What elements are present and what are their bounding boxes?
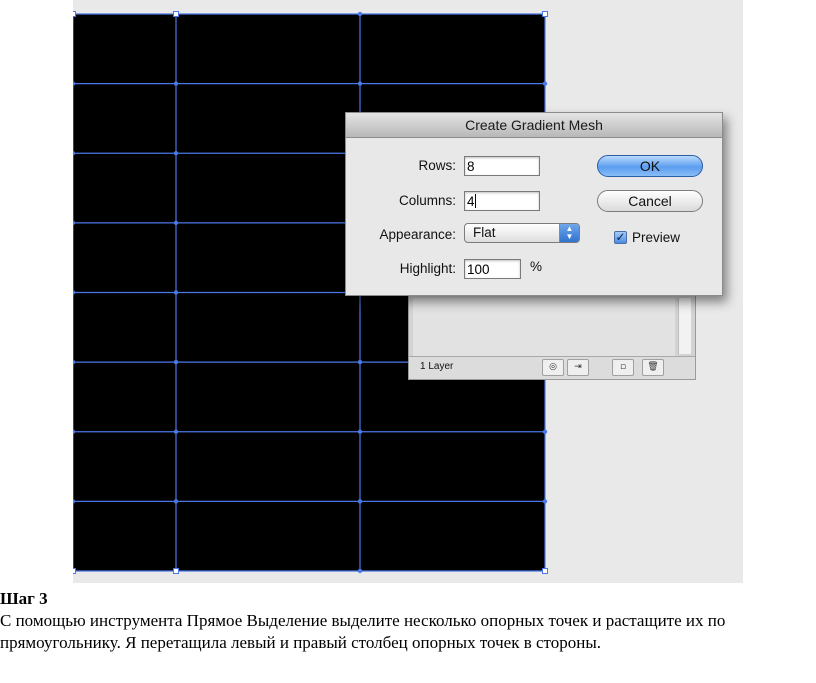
- trash-icon[interactable]: 🗑: [642, 359, 664, 376]
- mesh-anchor-point[interactable]: [542, 429, 548, 434]
- mesh-anchor-point[interactable]: [357, 81, 363, 86]
- appearance-select[interactable]: Flat ▲ ▼: [464, 223, 580, 243]
- highlight-value: 100: [467, 262, 490, 277]
- columns-field[interactable]: 4: [464, 191, 540, 211]
- mesh-anchor-point[interactable]: [173, 359, 179, 365]
- mesh-anchor-point[interactable]: [73, 11, 76, 17]
- mesh-anchor-point[interactable]: [73, 359, 76, 365]
- step-description: С помощью инструмента Прямое Выделение в…: [0, 611, 726, 652]
- layers-list: [413, 298, 675, 356]
- dialog-title: Create Gradient Mesh: [346, 113, 722, 138]
- mesh-anchor-point[interactable]: [73, 81, 76, 86]
- text-caret: [474, 194, 476, 208]
- mesh-anchor-point[interactable]: [542, 11, 548, 17]
- mesh-anchor-point[interactable]: [73, 220, 76, 226]
- checkmark-icon: ✓: [615, 230, 626, 244]
- rows-label: Rows:: [418, 158, 456, 173]
- mesh-anchor-point[interactable]: [357, 429, 363, 434]
- cancel-button[interactable]: Cancel: [597, 190, 703, 212]
- illustrator-screenshot: 1 Layer ◎ ⇥ ▫ 🗑 Create Gradient Mesh Row…: [73, 0, 743, 583]
- mesh-anchor-point[interactable]: [173, 81, 179, 86]
- rows-value: 8: [467, 159, 475, 174]
- mesh-anchor-point[interactable]: [73, 151, 76, 156]
- appearance-label: Appearance:: [379, 227, 456, 242]
- appearance-value: Flat: [473, 225, 496, 240]
- make-clipping-mask-icon[interactable]: ⇥: [567, 359, 589, 376]
- mesh-anchor-point[interactable]: [542, 568, 548, 574]
- columns-label: Columns:: [398, 193, 456, 208]
- layers-panel: 1 Layer ◎ ⇥ ▫ 🗑: [408, 295, 696, 380]
- preview-label[interactable]: Preview: [632, 230, 680, 245]
- layers-scrollbar[interactable]: [678, 298, 691, 354]
- mesh-anchor-point[interactable]: [73, 429, 76, 434]
- mesh-anchor-point[interactable]: [173, 220, 179, 226]
- mesh-anchor-point[interactable]: [542, 499, 548, 504]
- layer-count: 1 Layer: [420, 361, 454, 372]
- create-gradient-mesh-dialog: Create Gradient Mesh Rows: 8 Columns: 4 …: [345, 112, 723, 296]
- mesh-anchor-point[interactable]: [73, 568, 76, 574]
- mesh-anchor-point[interactable]: [357, 568, 363, 574]
- rows-field[interactable]: 8: [464, 156, 540, 176]
- mesh-anchor-point[interactable]: [173, 429, 179, 434]
- mesh-anchor-point[interactable]: [173, 151, 179, 156]
- step-heading: Шаг 3: [0, 589, 48, 608]
- columns-value: 4: [467, 194, 475, 209]
- tutorial-caption: Шаг 3 С помощью инструмента Прямое Выдел…: [0, 588, 816, 654]
- mesh-anchor-point[interactable]: [73, 499, 76, 504]
- mesh-anchor-point[interactable]: [357, 359, 363, 365]
- new-layer-icon[interactable]: ▫: [612, 359, 634, 376]
- mesh-anchor-point[interactable]: [542, 81, 548, 86]
- layers-footer: 1 Layer ◎ ⇥ ▫ 🗑: [409, 356, 695, 379]
- highlight-unit: %: [530, 259, 543, 274]
- mesh-anchor-point[interactable]: [357, 499, 363, 504]
- mesh-anchor-point[interactable]: [173, 11, 179, 17]
- mesh-anchor-point[interactable]: [173, 568, 179, 574]
- locate-object-icon[interactable]: ◎: [542, 359, 564, 376]
- highlight-field[interactable]: 100: [464, 259, 521, 279]
- mesh-anchor-point[interactable]: [173, 290, 179, 295]
- mesh-anchor-point[interactable]: [357, 11, 363, 17]
- ok-button[interactable]: OK: [597, 155, 703, 177]
- chevron-up-down-icon: ▲ ▼: [559, 224, 579, 242]
- mesh-anchor-point[interactable]: [73, 290, 76, 295]
- mesh-anchor-point[interactable]: [173, 499, 179, 504]
- preview-checkbox[interactable]: ✓: [614, 231, 627, 244]
- highlight-label: Highlight:: [399, 261, 456, 276]
